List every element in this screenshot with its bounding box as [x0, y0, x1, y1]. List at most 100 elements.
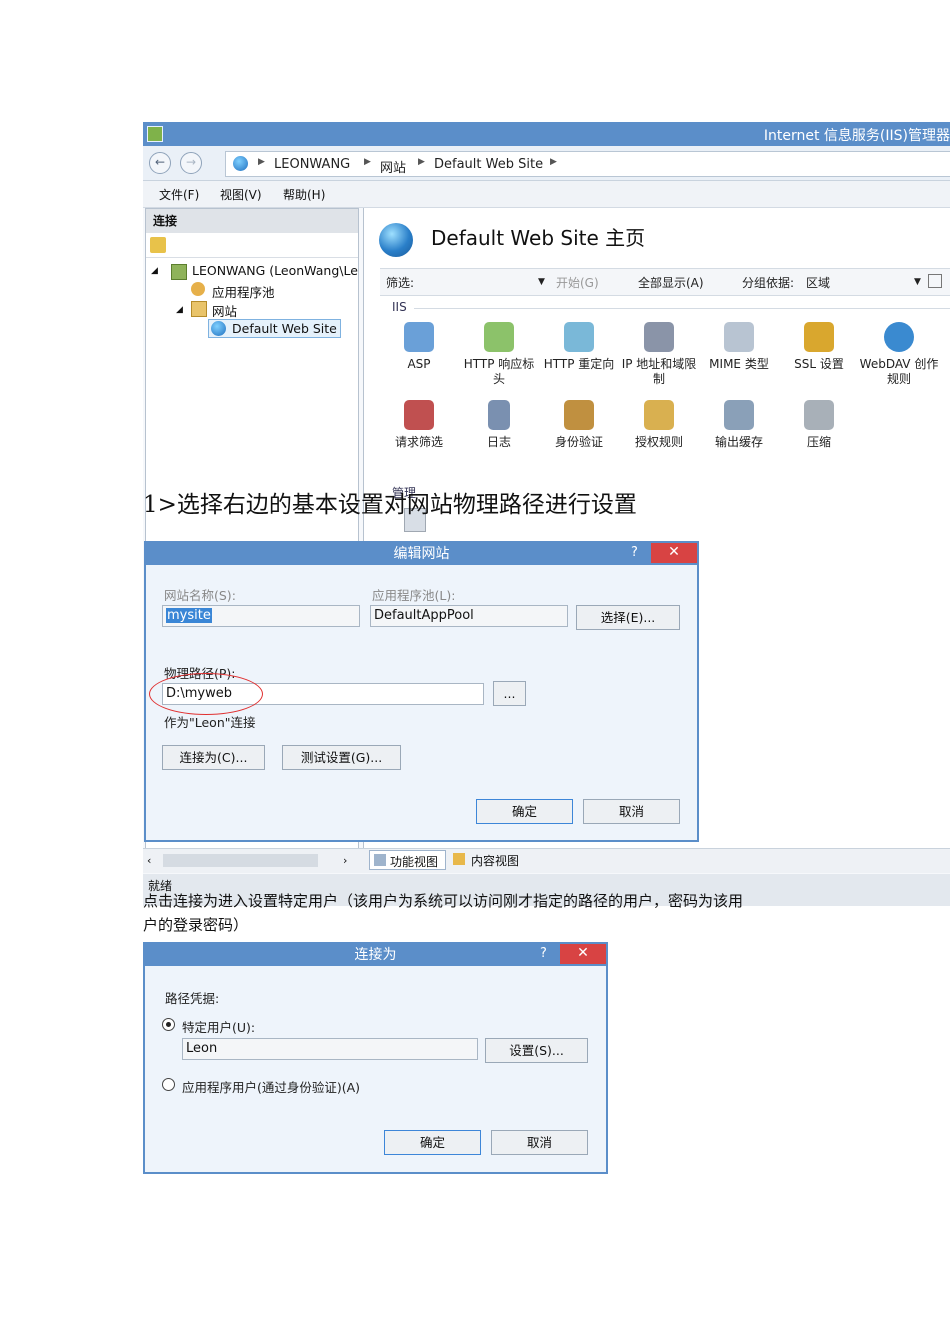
- connect-as-dialog: 连接为 ? ✕ 路径凭据: 特定用户(U): Leon 设置(S)... 应用程…: [143, 942, 608, 1174]
- group-by-select[interactable]: 区域: [806, 274, 830, 291]
- app-icon: [147, 126, 163, 142]
- globe-icon: [233, 156, 248, 171]
- features-view-icon: [374, 854, 386, 866]
- authentication-icon: [564, 400, 594, 430]
- cancel-button[interactable]: 取消: [583, 799, 680, 824]
- feature-logging[interactable]: 日志: [459, 400, 539, 450]
- log-icon: [488, 400, 510, 430]
- scroll-left-icon[interactable]: ‹: [147, 854, 151, 867]
- window-title: Internet 信息服务(IIS)管理器: [763, 128, 950, 144]
- feature-authorization-rules[interactable]: 授权规则: [619, 400, 699, 450]
- app-user-radio[interactable]: [162, 1078, 175, 1091]
- tree-app-pools[interactable]: 应用程序池: [212, 282, 275, 301]
- feature-request-filtering[interactable]: 请求筛选: [379, 400, 459, 450]
- test-settings-button[interactable]: 测试设置(G)...: [282, 745, 401, 770]
- expand-icon[interactable]: ◢: [176, 305, 183, 315]
- feature-http-response-headers[interactable]: HTTP 响应标头: [459, 322, 539, 387]
- filter-dropdown-icon[interactable]: ▼: [538, 277, 545, 287]
- breadcrumb-site[interactable]: Default Web Site: [434, 157, 543, 172]
- address-bar: ← → ▶ LEONWANG ▶ 网站 ▶ Default Web Site ▶: [143, 146, 950, 181]
- app-user-label: 应用程序用户(通过身份验证)(A): [182, 1080, 361, 1095]
- select-app-pool-button[interactable]: 选择(E)...: [576, 605, 680, 630]
- group-by-label: 分组依据:: [742, 276, 795, 290]
- tree-sites[interactable]: 网站: [212, 301, 237, 320]
- menu-view[interactable]: 视图(V): [220, 186, 262, 203]
- expand-icon[interactable]: ◢: [151, 266, 158, 276]
- chevron-right-icon: ▶: [418, 157, 425, 167]
- request-filter-icon: [404, 400, 434, 430]
- tree-default-site[interactable]: Default Web Site: [232, 321, 337, 336]
- mime-icon: [724, 322, 754, 352]
- feature-ip-restrictions[interactable]: IP 地址和域限制: [619, 322, 699, 387]
- menu-file[interactable]: 文件(F): [159, 186, 199, 203]
- specific-user-label: 特定用户(U):: [182, 1020, 256, 1035]
- app-pool-icon: [191, 282, 205, 296]
- chevron-right-icon: ▶: [258, 157, 265, 167]
- path-credentials-label: 路径凭据:: [165, 991, 220, 1006]
- dialog-title: 连接为: [145, 944, 606, 966]
- feature-http-redirect[interactable]: HTTP 重定向: [539, 322, 619, 372]
- set-user-button[interactable]: 设置(S)...: [485, 1038, 588, 1063]
- radio-dot: [166, 1022, 171, 1027]
- highlight-circle: [149, 673, 263, 715]
- feature-authentication[interactable]: 身份验证: [539, 400, 619, 450]
- feature-ssl-settings[interactable]: SSL 设置: [779, 322, 859, 372]
- instruction-step-2-line-2: 户的登录密码）: [143, 916, 249, 934]
- filter-bar: 筛选: ▼ 开始(G) 全部显示(A) 分组依据: 区域 ▼: [380, 268, 950, 296]
- show-all-button[interactable]: 全部显示(A): [638, 274, 704, 291]
- output-cache-icon: [724, 400, 754, 430]
- close-button[interactable]: ✕: [651, 543, 697, 563]
- feature-compression[interactable]: 压缩: [779, 400, 859, 450]
- webdav-icon: [884, 322, 914, 352]
- help-icon[interactable]: ?: [631, 543, 638, 563]
- server-icon: [171, 264, 187, 280]
- content-view-icon: [453, 853, 465, 865]
- feature-asp[interactable]: ASP: [379, 322, 459, 372]
- connect-icon[interactable]: [150, 237, 166, 253]
- globe-icon: [379, 223, 413, 257]
- chevron-down-icon[interactable]: ▼: [914, 277, 921, 287]
- breadcrumb-server[interactable]: LEONWANG: [274, 157, 350, 172]
- edit-site-dialog: 编辑网站 ? ✕ 网站名称(S): mysite 应用程序池(L): Defau…: [144, 541, 699, 842]
- feature-mime-types[interactable]: MIME 类型: [699, 322, 779, 372]
- breadcrumb-sites[interactable]: 网站: [380, 157, 406, 176]
- site-name-field[interactable]: mysite: [162, 605, 360, 627]
- chevron-right-icon: ▶: [550, 157, 557, 167]
- cancel-button[interactable]: 取消: [491, 1130, 588, 1155]
- menu-bar: 文件(F) 视图(V) 帮助(H): [143, 181, 950, 208]
- compression-icon: [804, 400, 834, 430]
- user-name-field: Leon: [182, 1038, 478, 1060]
- chevron-right-icon: ▶: [364, 157, 371, 167]
- back-icon[interactable]: ←: [149, 152, 171, 174]
- connect-as-button[interactable]: 连接为(C)...: [162, 745, 265, 770]
- forward-icon[interactable]: →: [180, 152, 202, 174]
- scrollbar[interactable]: [163, 854, 318, 867]
- ok-button[interactable]: 确定: [476, 799, 573, 824]
- feature-output-caching[interactable]: 输出缓存: [699, 400, 779, 450]
- breadcrumb[interactable]: ▶ LEONWANG ▶ 网站 ▶ Default Web Site ▶: [225, 151, 950, 177]
- ok-button[interactable]: 确定: [384, 1130, 481, 1155]
- window-titlebar: Internet 信息服务(IIS)管理器: [143, 122, 950, 146]
- response-headers-icon: [484, 322, 514, 352]
- scroll-right-icon[interactable]: ›: [343, 854, 347, 867]
- dialog-title: 编辑网站: [146, 543, 697, 565]
- menu-help[interactable]: 帮助(H): [283, 186, 325, 203]
- tab-content-view[interactable]: 内容视图: [451, 850, 531, 870]
- authorization-icon: [644, 400, 674, 430]
- tab-features-view[interactable]: 功能视图: [369, 850, 446, 870]
- tree-server[interactable]: LEONWANG (LeonWang\Le: [192, 263, 358, 278]
- section-iis: IIS: [392, 300, 407, 314]
- connections-header: 连接: [146, 209, 358, 233]
- page-title: Default Web Site 主页: [431, 226, 646, 250]
- browse-button[interactable]: ...: [493, 681, 526, 706]
- feature-webdav[interactable]: WebDAV 创作规则: [859, 322, 939, 387]
- close-button[interactable]: ✕: [560, 944, 606, 964]
- instruction-step-1: 1>选择右边的基本设置对网站物理路径进行设置: [143, 492, 637, 518]
- asp-icon: [404, 322, 434, 352]
- globe-icon: [211, 321, 226, 336]
- help-icon[interactable]: ?: [540, 944, 547, 964]
- view-mode-icon[interactable]: [928, 274, 942, 288]
- filter-start-button[interactable]: 开始(G): [556, 274, 599, 291]
- connect-as-status: 作为"Leon"连接: [164, 715, 256, 730]
- specific-user-radio[interactable]: [162, 1018, 175, 1031]
